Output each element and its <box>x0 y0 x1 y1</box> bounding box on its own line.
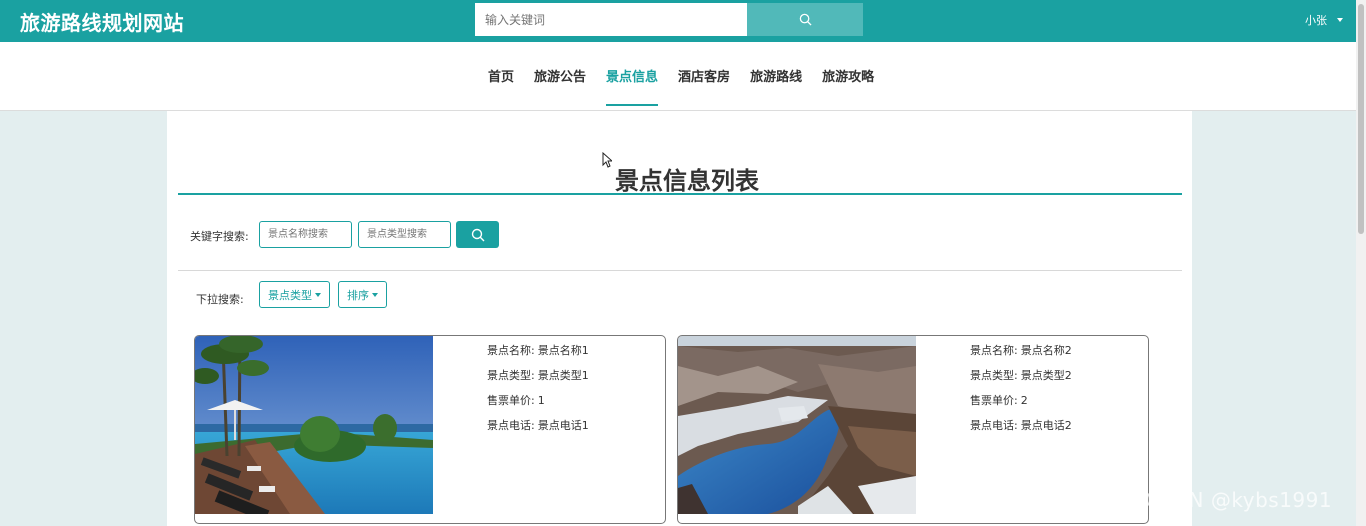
scrollbar-thumb[interactable] <box>1358 4 1364 234</box>
attraction-name-label: 景点名称: <box>487 344 535 357</box>
attraction-phone-value: 景点电话2 <box>1020 419 1072 432</box>
ticket-price-label: 售票单价: <box>487 394 535 407</box>
attraction-name-label: 景点名称: <box>970 344 1018 357</box>
nav-home[interactable]: 首页 <box>478 42 524 110</box>
attraction-photo-canyon-lake[interactable] <box>678 336 916 514</box>
ticket-price-value: 2 <box>1020 394 1028 407</box>
chevron-down-icon <box>315 292 321 297</box>
attraction-card[interactable]: 景点名称: 景点名称1 景点类型: 景点类型1 售票单价: 1 景点电话: 景点电话1 <box>194 335 666 524</box>
dropdown-search-label: 下拉搜索: <box>196 293 244 306</box>
attraction-type-dropdown-label: 景点类型 <box>268 288 312 302</box>
site-title[interactable]: 旅游路线规划网站 <box>20 7 184 36</box>
main-nav-bar: 首页 旅游公告 景点信息 酒店客房 旅游路线 旅游攻略 <box>0 42 1356 111</box>
attraction-info: 景点名称: 景点名称2 景点类型: 景点类型2 售票单价: 2 景点电话: 景点电话2 <box>970 345 1075 445</box>
page-title: 景点信息列表 <box>615 167 759 195</box>
keyword-search-label: 关键字搜索: <box>190 230 249 243</box>
attraction-name-value: 景点名称2 <box>1020 344 1072 357</box>
search-icon <box>471 228 484 241</box>
attraction-name-value: 景点名称1 <box>537 344 589 357</box>
attraction-card[interactable]: 景点名称: 景点名称2 景点类型: 景点类型2 售票单价: 2 景点电话: 景点电话2 <box>677 335 1149 524</box>
ticket-price-label: 售票单价: <box>970 394 1018 407</box>
header-search <box>475 3 863 36</box>
vertical-scrollbar[interactable] <box>1356 0 1366 526</box>
sort-dropdown-label: 排序 <box>347 288 369 302</box>
attraction-phone-label: 景点电话: <box>487 419 535 432</box>
title-divider <box>178 193 1182 195</box>
attraction-info: 景点名称: 景点名称1 景点类型: 景点类型1 售票单价: 1 景点电话: 景点电话1 <box>487 345 592 445</box>
attraction-photo-resort-pool[interactable] <box>195 336 433 514</box>
nav-hotel-rooms[interactable]: 酒店客房 <box>668 42 740 110</box>
mouse-cursor-icon <box>602 152 612 168</box>
attraction-type-value: 景点类型2 <box>1020 369 1072 382</box>
nav-announcements[interactable]: 旅游公告 <box>524 42 596 110</box>
attraction-phone-label: 景点电话: <box>970 419 1018 432</box>
attraction-type-label: 景点类型: <box>970 369 1018 382</box>
main-nav: 首页 旅游公告 景点信息 酒店客房 旅游路线 旅游攻略 <box>478 42 884 110</box>
chevron-down-icon <box>372 292 378 297</box>
watermark: CSDN @kybs1991 <box>1145 488 1333 512</box>
attraction-type-dropdown[interactable]: 景点类型 <box>259 281 330 308</box>
attraction-type-value: 景点类型1 <box>537 369 589 382</box>
nav-attractions[interactable]: 景点信息 <box>596 42 668 110</box>
attraction-type-label: 景点类型: <box>487 369 535 382</box>
attraction-type-search-input[interactable] <box>358 221 451 248</box>
chevron-down-icon <box>1337 18 1343 22</box>
sort-dropdown[interactable]: 排序 <box>338 281 387 308</box>
user-menu[interactable]: 小张 <box>1305 12 1343 28</box>
ticket-price-value: 1 <box>537 394 545 407</box>
attraction-name-search-input[interactable] <box>259 221 352 248</box>
attraction-phone-value: 景点电话1 <box>537 419 589 432</box>
nav-guides[interactable]: 旅游攻略 <box>812 42 884 110</box>
header-search-button[interactable] <box>747 3 863 36</box>
top-bar: 旅游路线规划网站 小张 <box>0 0 1366 42</box>
content-panel: 景点信息列表 关键字搜索: 下拉搜索: 景点类型 排序 <box>167 111 1192 526</box>
search-icon <box>799 13 812 26</box>
filter-search-button[interactable] <box>456 221 499 248</box>
username: 小张 <box>1305 14 1327 27</box>
nav-routes[interactable]: 旅游路线 <box>740 42 812 110</box>
filter-divider <box>178 270 1182 271</box>
header-search-input[interactable] <box>475 3 747 36</box>
